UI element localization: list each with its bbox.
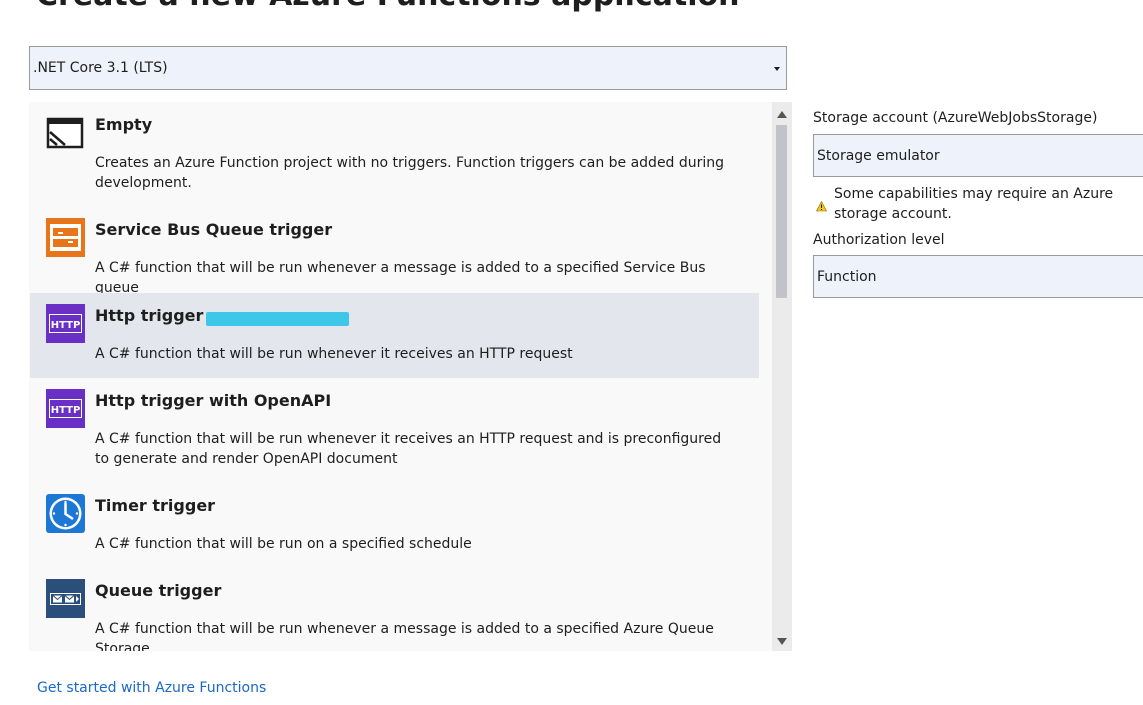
- template-name: Http trigger with OpenAPI: [95, 391, 332, 410]
- warning-icon: [816, 197, 827, 212]
- authorization-level-dropdown[interactable]: Function: [813, 255, 1143, 298]
- template-item-http-openapi[interactable]: HTTP Http trigger with OpenAPI A C# func…: [30, 378, 759, 483]
- empty-template-icon: [45, 113, 86, 154]
- template-name: Timer trigger: [95, 496, 216, 515]
- authorization-level-value: Function: [817, 268, 877, 285]
- template-list-scrollbar[interactable]: [772, 102, 792, 651]
- template-description: A C# function that will be run whenever …: [95, 260, 706, 296]
- settings-panel: Storage account (AzureWebJobsStorage) St…: [813, 0, 1143, 705]
- template-item-service-bus[interactable]: Service Bus Queue trigger A C# function …: [30, 207, 759, 296]
- template-list: Empty Creates an Azure Function project …: [29, 102, 772, 651]
- storage-warning-text: Some capabilities may require an Azure s…: [834, 186, 1114, 222]
- template-description: Creates an Azure Function project with n…: [95, 155, 725, 191]
- template-name-row: Http trigger: [95, 306, 350, 326]
- queue-icon: [45, 578, 86, 619]
- template-description: A C# function that will be run whenever …: [95, 431, 722, 467]
- scroll-up-icon[interactable]: [777, 111, 787, 118]
- service-bus-icon: [45, 217, 86, 258]
- chevron-down-icon: [774, 67, 780, 71]
- framework-dropdown[interactable]: .NET Core 3.1 (LTS): [29, 46, 787, 90]
- template-name: Empty: [95, 115, 153, 134]
- storage-account-label: Storage account (AzureWebJobsStorage): [813, 110, 1098, 126]
- http-icon: HTTP: [45, 303, 86, 344]
- template-item-http[interactable]: HTTP Http trigger A C# function that wil…: [30, 293, 759, 378]
- scroll-down-icon[interactable]: [777, 638, 787, 645]
- template-name: Queue trigger: [95, 581, 222, 600]
- storage-account-value: Storage emulator: [817, 147, 940, 164]
- template-item-empty[interactable]: Empty Creates an Azure Function project …: [30, 102, 759, 207]
- http-icon-label: HTTP: [51, 320, 81, 331]
- template-item-timer[interactable]: Timer trigger A C# function that will be…: [30, 483, 759, 568]
- template-name: Service Bus Queue trigger: [95, 220, 333, 239]
- http-icon-label: HTTP: [51, 405, 81, 416]
- template-description: A C# function that will be run on a spec…: [95, 536, 472, 552]
- http-icon: HTTP: [45, 388, 86, 429]
- get-started-link[interactable]: Get started with Azure Functions: [37, 680, 266, 696]
- template-description: A C# function that will be run whenever …: [95, 621, 714, 651]
- clock-icon: [45, 493, 86, 534]
- storage-account-dropdown[interactable]: Storage emulator: [813, 134, 1143, 177]
- page-title: Create a new Azure Functions application: [36, 0, 739, 13]
- template-name: Http trigger: [95, 306, 204, 325]
- scrollbar-thumb[interactable]: [776, 125, 787, 298]
- authorization-level-label: Authorization level: [813, 232, 945, 248]
- template-description: A C# function that will be run whenever …: [95, 346, 573, 362]
- template-item-queue[interactable]: Queue trigger A C# function that will be…: [30, 568, 759, 651]
- redaction-mark: [206, 311, 350, 326]
- framework-dropdown-value: .NET Core 3.1 (LTS): [33, 60, 168, 76]
